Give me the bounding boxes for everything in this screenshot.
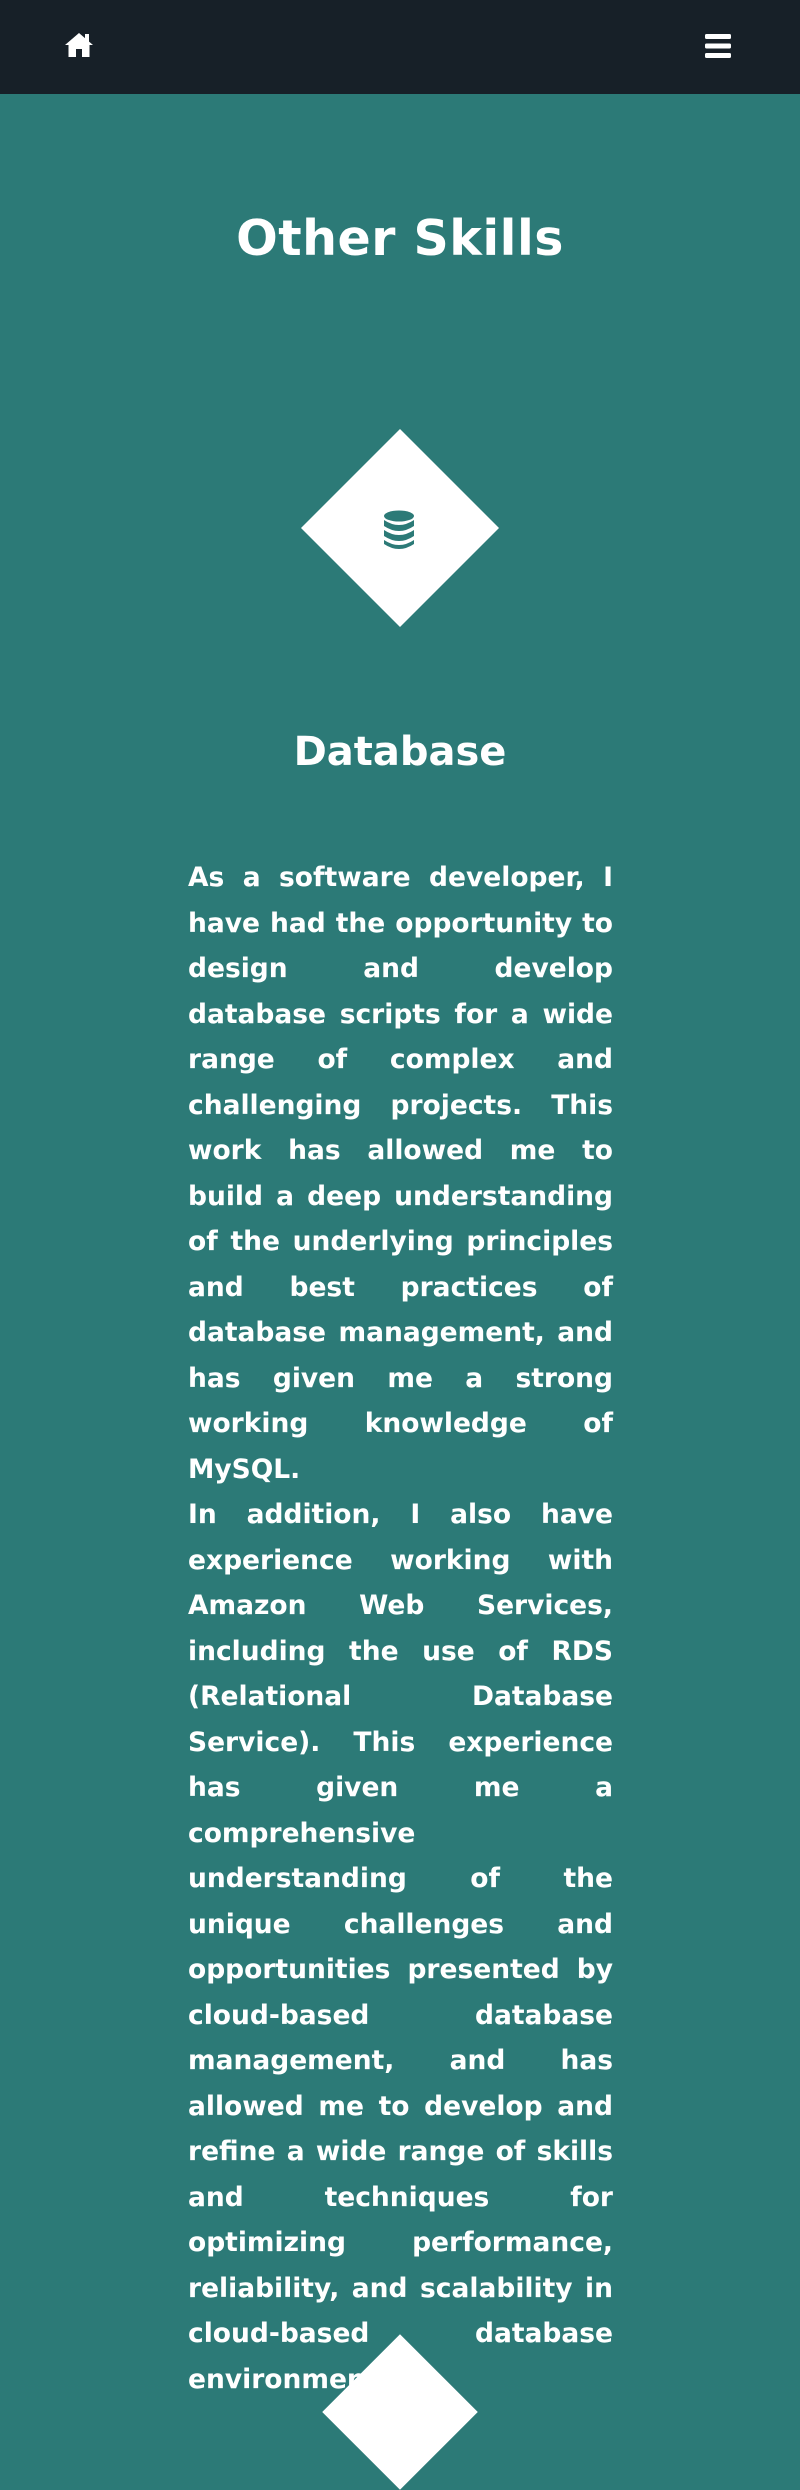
skill-paragraph: As a software developer, I have had the …	[188, 862, 613, 1485]
skill-description: As a software developer, I have had the …	[188, 855, 613, 2402]
skill-title: Database	[293, 729, 507, 775]
home-button[interactable]	[64, 30, 94, 60]
skill-paragraph: In addition, I also have experience work…	[188, 1499, 613, 2395]
menu-button[interactable]	[703, 31, 733, 61]
home-icon	[65, 33, 93, 57]
hamburger-menu-icon	[705, 34, 731, 58]
page-title: Other Skills	[236, 210, 564, 267]
database-icon	[384, 510, 414, 549]
top-navbar	[0, 0, 800, 94]
